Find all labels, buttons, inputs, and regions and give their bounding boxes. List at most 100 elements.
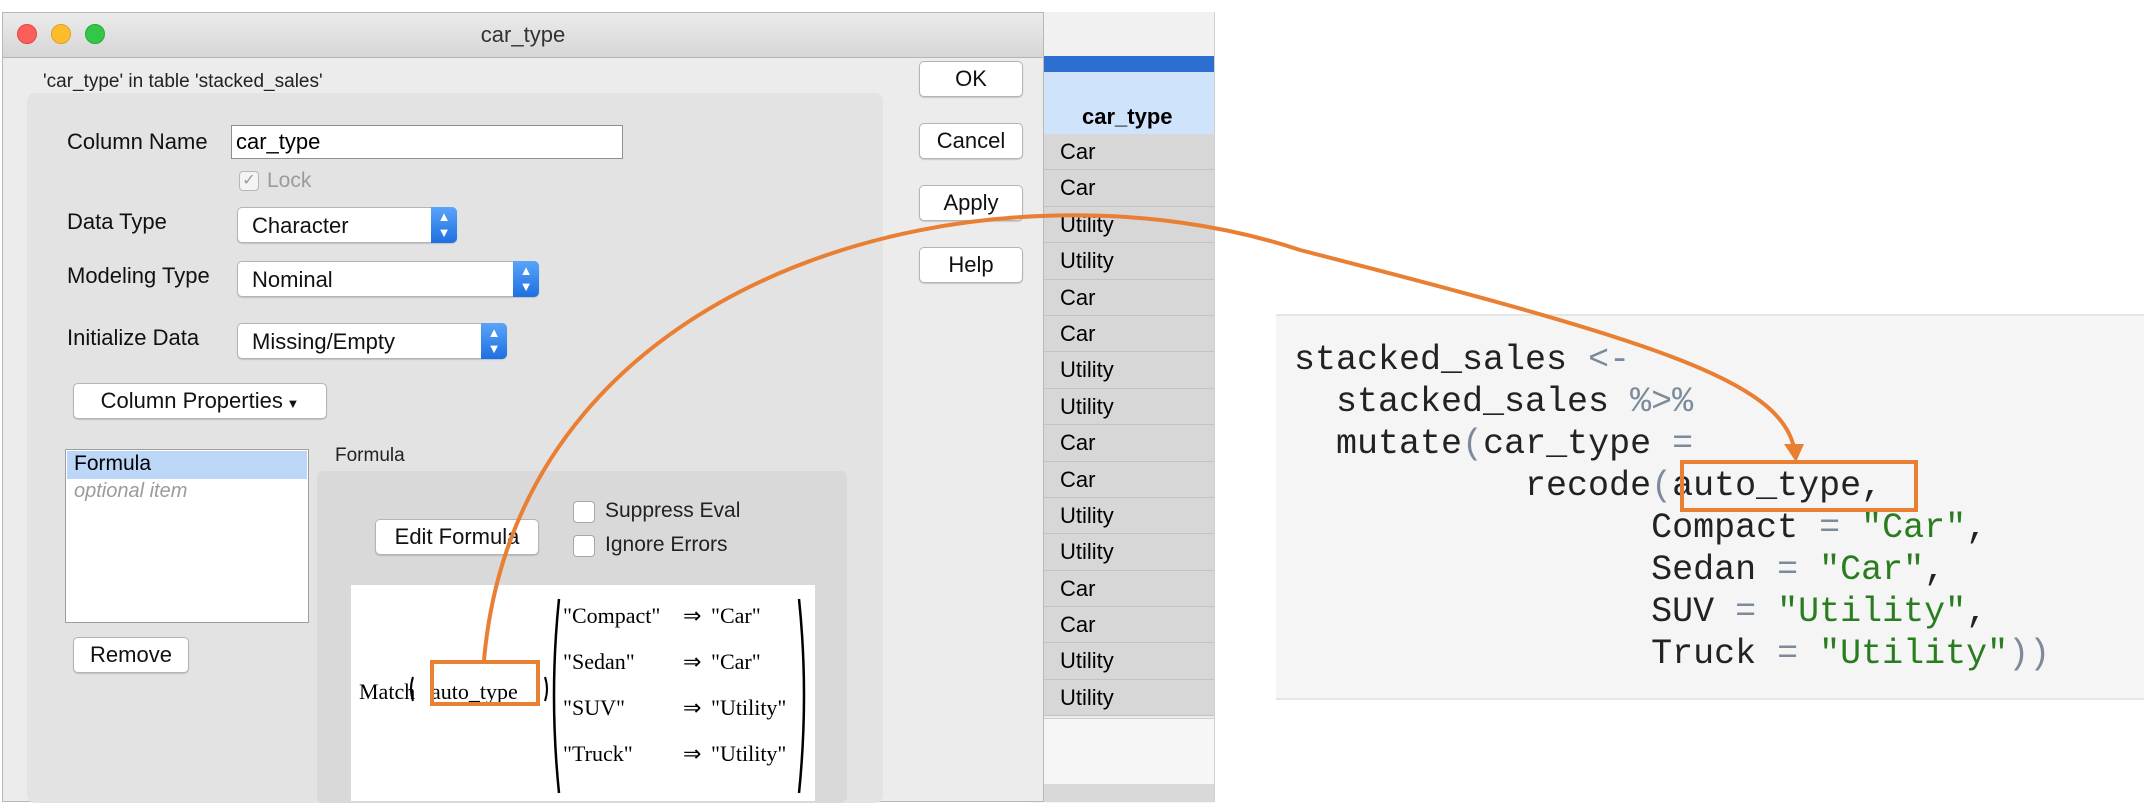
formula-display[interactable]: Match auto_type "Compact" ⇒ "Car" "Sedan… bbox=[351, 585, 815, 801]
code-line-8: Truck = "Utility")) bbox=[1294, 634, 2050, 674]
list-item-formula[interactable]: Formula bbox=[74, 452, 151, 476]
data-type-label: Data Type bbox=[67, 209, 167, 234]
code-string: "Utility" bbox=[1777, 592, 1967, 632]
column-name-input[interactable]: car_type bbox=[231, 125, 623, 159]
cell-value: Utility bbox=[1060, 248, 1114, 274]
code-string: "Car" bbox=[1819, 550, 1925, 590]
formula-key: "SUV" bbox=[563, 695, 625, 720]
cell-value: Utility bbox=[1060, 648, 1114, 674]
properties-list[interactable]: Formula optional item bbox=[65, 449, 309, 623]
help-button[interactable]: Help bbox=[919, 247, 1023, 283]
table-cell[interactable]: Utility bbox=[1030, 243, 1214, 280]
cell-value: Car bbox=[1060, 284, 1096, 310]
formula-value: "Car" bbox=[711, 649, 761, 674]
table-cell[interactable]: Utility bbox=[1030, 534, 1214, 571]
modeling-type-label: Modeling Type bbox=[67, 263, 210, 288]
ok-button[interactable]: OK bbox=[919, 61, 1023, 97]
initialize-data-value: Missing/Empty bbox=[252, 329, 396, 354]
code-operator: = bbox=[1819, 508, 1841, 548]
highlight-box-code-argument bbox=[1680, 460, 1918, 512]
code-token: SUV bbox=[1651, 592, 1715, 632]
title-bar: car_type bbox=[3, 13, 1043, 58]
modeling-type-value: Nominal bbox=[252, 267, 333, 292]
code-operator: = bbox=[1777, 550, 1799, 590]
code-operator: ( bbox=[1651, 466, 1673, 506]
list-item-optional[interactable]: optional item bbox=[74, 480, 187, 503]
modeling-type-select[interactable]: Nominal ▲ ▼ bbox=[237, 261, 539, 297]
formula-arrow: ⇒ bbox=[683, 649, 702, 674]
stepper-arrows-icon: ▲ ▼ bbox=[481, 323, 507, 359]
cell-value: Car bbox=[1060, 612, 1096, 638]
code-token: Truck bbox=[1651, 634, 1757, 674]
table-cell[interactable]: Car bbox=[1030, 425, 1214, 462]
code-operator: ( bbox=[1462, 424, 1484, 464]
code-operator: <- bbox=[1588, 340, 1631, 380]
formula-section-label: Formula bbox=[335, 445, 405, 466]
stepper-arrows-icon: ▲ ▼ bbox=[513, 261, 539, 297]
code-string: "Car" bbox=[1861, 508, 1967, 548]
table-cell[interactable]: Car bbox=[1030, 134, 1214, 171]
column-properties-label: Column Properties bbox=[100, 388, 283, 413]
formula-arrow: ⇒ bbox=[683, 695, 702, 720]
code-token: stacked_sales bbox=[1336, 382, 1610, 422]
cancel-button[interactable]: Cancel bbox=[919, 123, 1023, 159]
formula-key: "Truck" bbox=[563, 741, 633, 766]
initialize-data-select[interactable]: Missing/Empty ▲ ▼ bbox=[237, 323, 507, 359]
table-cell[interactable]: Utility bbox=[1030, 206, 1214, 244]
table-cell[interactable]: Car bbox=[1030, 315, 1214, 353]
code-token: , bbox=[1966, 592, 1988, 632]
column-name-label: Column Name bbox=[67, 129, 208, 154]
data-type-select[interactable]: Character ▲ ▼ bbox=[237, 207, 457, 243]
apply-button[interactable]: Apply bbox=[919, 185, 1023, 221]
code-token: stacked_sales bbox=[1294, 340, 1568, 380]
remove-button[interactable]: Remove bbox=[73, 637, 189, 673]
table-toolbar-strip bbox=[1030, 12, 1214, 57]
suppress-eval-checkbox[interactable] bbox=[573, 501, 595, 523]
code-token: car_type bbox=[1483, 424, 1652, 464]
table-cell[interactable]: Car bbox=[1030, 170, 1214, 207]
table-cell[interactable]: Utility bbox=[1030, 352, 1214, 389]
formula-value: "Utility" bbox=[711, 741, 787, 766]
table-cell[interactable]: Car bbox=[1030, 607, 1214, 644]
table-horizontal-scrollbar[interactable] bbox=[1030, 784, 1214, 802]
cell-value: Car bbox=[1060, 175, 1096, 201]
dialog-subtitle: 'car_type' in table 'stacked_sales' bbox=[43, 71, 323, 92]
cell-value: Utility bbox=[1060, 211, 1114, 237]
code-line-2: stacked_sales %>% bbox=[1294, 382, 1693, 422]
ignore-errors-label: Ignore Errors bbox=[605, 533, 728, 556]
dropdown-triangle-icon: ▼ bbox=[282, 396, 300, 411]
cell-value: Utility bbox=[1060, 502, 1114, 528]
table-cell[interactable]: Car bbox=[1030, 461, 1214, 498]
table-cell[interactable]: Utility bbox=[1030, 643, 1214, 680]
cell-value: Utility bbox=[1060, 684, 1114, 710]
code-operator: )) bbox=[2008, 634, 2051, 674]
checkmark-icon: ✓ bbox=[242, 172, 256, 189]
ignore-errors-checkbox[interactable] bbox=[573, 535, 595, 557]
table-selection-bar bbox=[1030, 56, 1214, 72]
edit-formula-button[interactable]: Edit Formula bbox=[375, 519, 539, 555]
code-line-7: SUV = "Utility", bbox=[1294, 592, 1987, 632]
lock-label: Lock bbox=[267, 169, 312, 192]
cell-value: Car bbox=[1060, 575, 1096, 601]
column-properties-button[interactable]: Column Properties ▼ bbox=[73, 383, 327, 419]
code-token: Sedan bbox=[1651, 550, 1757, 590]
formula-value: "Car" bbox=[711, 603, 761, 628]
code-operator: %>% bbox=[1630, 382, 1694, 422]
formula-arrow: ⇒ bbox=[683, 603, 702, 628]
code-function: mutate bbox=[1336, 424, 1463, 464]
code-line-6: Sedan = "Car", bbox=[1294, 550, 1945, 590]
table-cell[interactable]: Car bbox=[1030, 570, 1214, 608]
cell-value: Car bbox=[1060, 430, 1096, 456]
initialize-data-label: Initialize Data bbox=[67, 325, 200, 350]
data-table-window: car_type Car Car Utility Utility Car Car… bbox=[1030, 12, 1215, 803]
cell-value: Utility bbox=[1060, 357, 1114, 383]
cell-value: Car bbox=[1060, 139, 1096, 164]
table-cell[interactable]: Utility bbox=[1030, 388, 1214, 426]
table-cell[interactable]: Utility bbox=[1030, 497, 1214, 535]
formula-key: "Compact" bbox=[563, 603, 661, 628]
table-cell[interactable]: Utility bbox=[1030, 679, 1214, 717]
code-function: recode bbox=[1525, 466, 1652, 506]
lock-checkbox: ✓ bbox=[239, 171, 259, 191]
column-header-car-type[interactable]: car_type bbox=[1030, 72, 1214, 134]
table-cell[interactable]: Car bbox=[1030, 279, 1214, 316]
